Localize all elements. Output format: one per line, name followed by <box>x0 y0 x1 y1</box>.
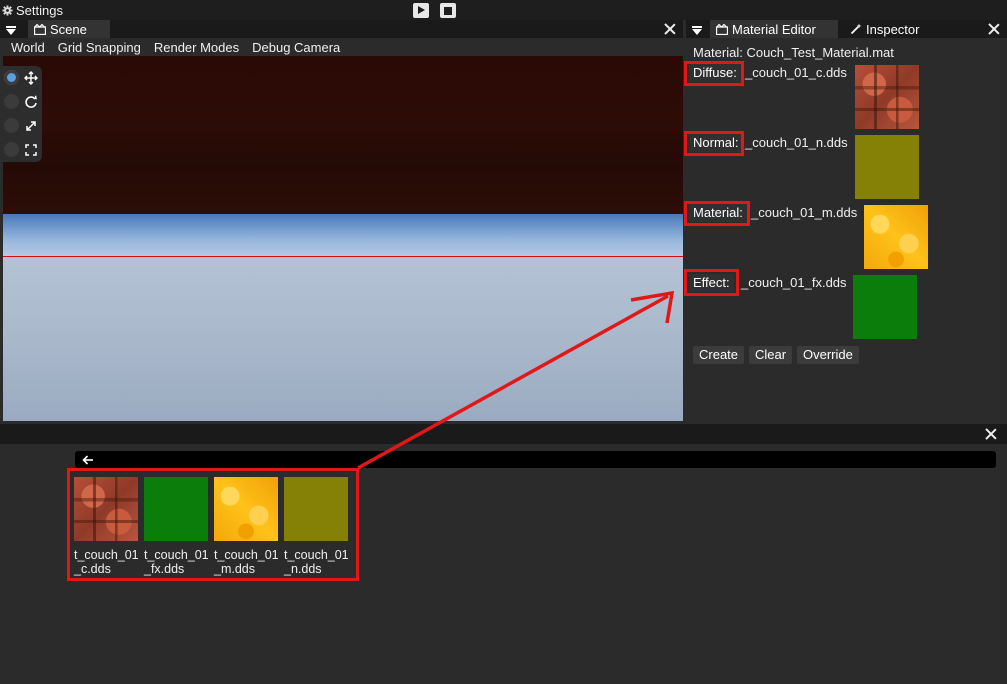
move-icon[interactable] <box>24 71 38 85</box>
viewport-ground <box>3 256 683 421</box>
menu-render-modes[interactable]: Render Modes <box>154 40 239 55</box>
asset-browser-tab-bar <box>0 424 1007 444</box>
fullscreen-icon[interactable] <box>24 143 38 157</box>
scale-icon[interactable] <box>24 119 38 133</box>
scene-panel-menu-button[interactable] <box>2 20 20 38</box>
material-slot-label: Material: <box>689 204 747 222</box>
gear-icon <box>2 4 13 16</box>
tab-scene-label: Scene <box>50 21 87 37</box>
asset-name[interactable]: t_couch_01_m.dds <box>214 548 282 576</box>
asset-name[interactable]: t_couch_01_n.dds <box>284 548 352 576</box>
translate-mode-radio[interactable] <box>4 70 19 85</box>
tab-inspector-label: Inspector <box>866 21 920 37</box>
close-right-panel-icon[interactable] <box>988 23 1000 35</box>
right-tab-bar: Material Editor Inspector <box>686 20 1007 38</box>
diffuse-texture-thumbnail[interactable] <box>855 65 919 129</box>
scene-menu-bar: World Grid Snapping Render Modes Debug C… <box>0 38 683 56</box>
tab-inspector[interactable]: Inspector <box>844 20 1004 38</box>
scene-viewport[interactable] <box>3 56 683 421</box>
back-arrow-icon[interactable] <box>82 451 98 468</box>
material-texture-thumbnail[interactable] <box>864 205 928 269</box>
right-panel-menu-button[interactable] <box>688 20 706 38</box>
bounds-mode-radio[interactable] <box>4 142 19 157</box>
asset-thumbnail-couch-c[interactable] <box>74 477 138 541</box>
settings-label: Settings <box>16 2 63 18</box>
dropdown-icon <box>6 26 16 35</box>
diffuse-slot-label: Diffuse: <box>689 64 741 82</box>
tab-material-editor-label: Material Editor <box>732 21 816 37</box>
effect-texture-thumbnail[interactable] <box>853 275 917 339</box>
effect-slot-file: _couch_01_fx.dds <box>741 275 847 290</box>
asset-name[interactable]: t_couch_01_c.dds <box>74 548 142 576</box>
top-toolbar <box>0 0 1007 20</box>
asset-thumbnail-couch-fx[interactable] <box>144 477 208 541</box>
close-scene-icon[interactable] <box>664 23 676 35</box>
normal-slot-label: Normal: <box>689 134 743 152</box>
material-editor-icon <box>716 23 728 35</box>
dropdown-icon <box>692 26 702 35</box>
asset-thumbnail-couch-m[interactable] <box>214 477 278 541</box>
scale-mode-radio[interactable] <box>4 118 19 133</box>
menu-debug-camera[interactable]: Debug Camera <box>252 40 340 55</box>
diffuse-slot-file: _couch_01_c.dds <box>745 65 847 80</box>
transform-gizmo-toolbar <box>0 66 42 162</box>
normal-slot-file: _couch_01_n.dds <box>745 135 848 150</box>
wand-icon <box>850 23 862 35</box>
viewport-sky <box>3 56 683 214</box>
rotate-icon[interactable] <box>24 95 38 109</box>
material-slot-file: _couch_01_m.dds <box>751 205 858 220</box>
rotate-mode-radio[interactable] <box>4 94 19 109</box>
asset-name[interactable]: t_couch_01_fx.dds <box>144 548 212 576</box>
scene-icon <box>34 23 46 35</box>
create-button[interactable]: Create <box>693 346 745 364</box>
play-button[interactable] <box>413 3 429 18</box>
material-editor-panel <box>684 38 1007 424</box>
clear-button[interactable]: Clear <box>749 346 793 364</box>
tab-scene[interactable]: Scene <box>28 20 110 38</box>
asset-thumbnail-couch-n[interactable] <box>284 477 348 541</box>
close-asset-browser-icon[interactable] <box>985 428 997 440</box>
stop-button[interactable] <box>440 3 456 18</box>
asset-path-bar[interactable] <box>75 451 996 468</box>
normal-texture-thumbnail[interactable] <box>855 135 919 199</box>
scene-tab-bar: Scene <box>0 20 683 38</box>
effect-slot-label: Effect: <box>689 274 734 292</box>
override-button[interactable]: Override <box>797 346 859 364</box>
settings-button[interactable]: Settings <box>0 2 63 18</box>
menu-world[interactable]: World <box>11 40 45 55</box>
material-title: Material: Couch_Test_Material.mat <box>693 45 894 60</box>
horizon-line <box>3 256 683 257</box>
viewport-horizon <box>3 214 683 256</box>
tab-material-editor[interactable]: Material Editor <box>710 20 838 38</box>
menu-grid-snapping[interactable]: Grid Snapping <box>58 40 141 55</box>
